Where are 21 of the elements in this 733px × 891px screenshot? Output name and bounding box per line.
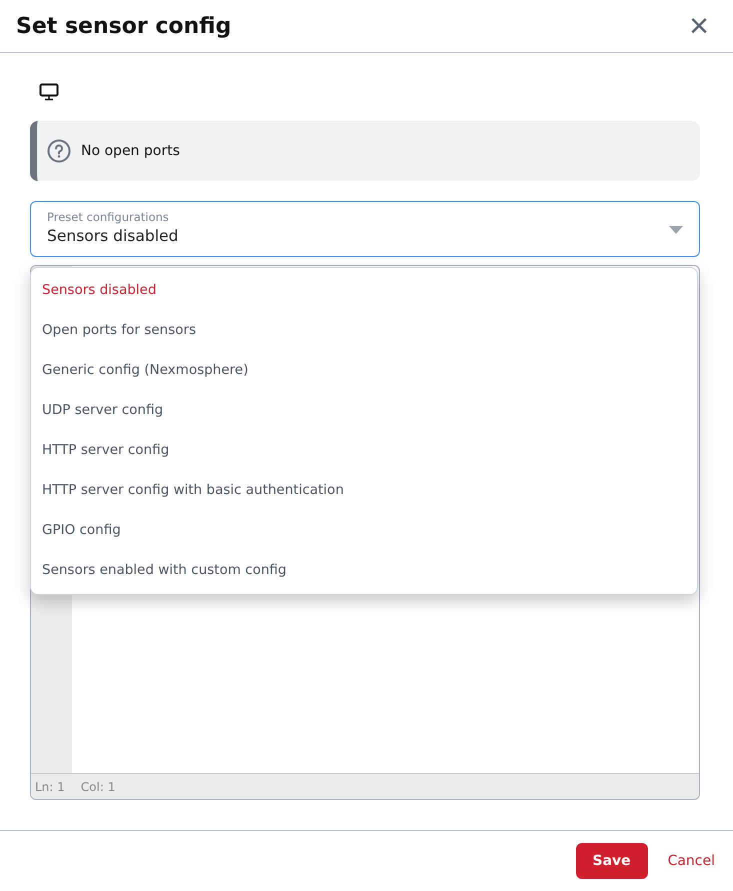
- dialog-title: Set sensor config: [16, 14, 232, 38]
- preset-select[interactable]: Preset configurations Sensors disabled: [30, 201, 700, 257]
- select-value: Sensors disabled: [47, 227, 178, 245]
- alert-text: No open ports: [81, 143, 180, 159]
- close-button[interactable]: ×: [685, 9, 713, 43]
- menu-option[interactable]: Generic config (Nexmosphere): [31, 350, 697, 390]
- help-icon: [47, 139, 71, 163]
- menu-option[interactable]: GPIO config: [31, 510, 697, 550]
- menu-option[interactable]: Sensors disabled: [31, 270, 697, 310]
- menu-option[interactable]: UDP server config: [31, 390, 697, 430]
- column-number: Col: 1: [80, 780, 116, 794]
- menu-option[interactable]: Open ports for sensors: [31, 310, 697, 350]
- select-label: Preset configurations: [47, 210, 170, 224]
- cancel-button[interactable]: Cancel: [668, 853, 715, 869]
- menu-option[interactable]: HTTP server config: [31, 430, 697, 470]
- menu-option[interactable]: Sensors enabled with custom config: [31, 550, 697, 590]
- line-number: Ln: 1: [35, 780, 65, 794]
- caret-icon: [669, 226, 683, 234]
- monitor-icon: [39, 83, 59, 101]
- save-button[interactable]: Save: [576, 843, 648, 879]
- menu-option[interactable]: HTTP server config with basic authentication: [31, 470, 697, 510]
